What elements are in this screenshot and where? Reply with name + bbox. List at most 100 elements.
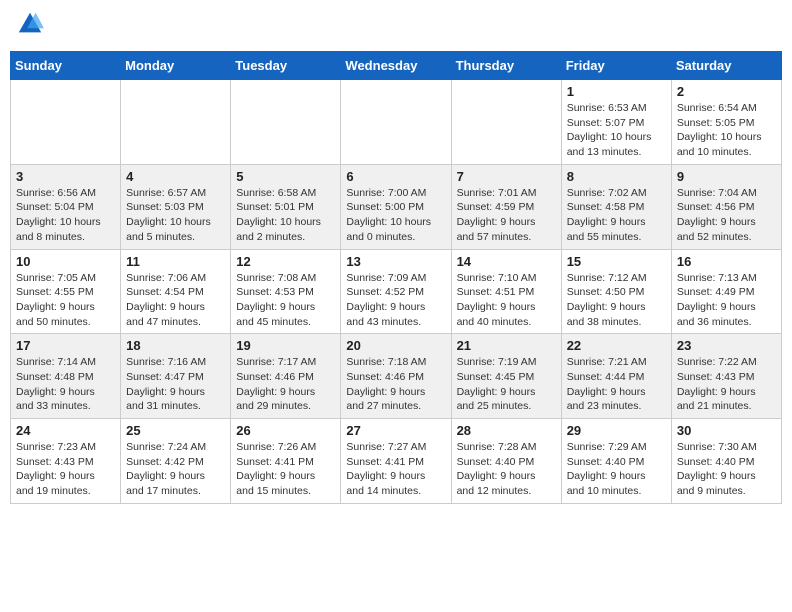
calendar-cell: 20 Sunrise: 7:18 AM Sunset: 4:46 PM Dayli… [341, 334, 451, 419]
calendar-cell: 15 Sunrise: 7:12 AM Sunset: 4:50 PM Dayli… [561, 249, 671, 334]
calendar-cell: 27 Sunrise: 7:27 AM Sunset: 4:41 PM Dayli… [341, 419, 451, 504]
calendar-cell: 30 Sunrise: 7:30 AM Sunset: 4:40 PM Dayli… [671, 419, 781, 504]
logo-icon [16, 10, 44, 38]
day-number: 16 [677, 254, 776, 269]
day-info: Sunrise: 7:02 AM Sunset: 4:58 PM Dayligh… [567, 186, 666, 245]
calendar-week-row: 24 Sunrise: 7:23 AM Sunset: 4:43 PM Dayli… [11, 419, 782, 504]
calendar-cell [121, 80, 231, 165]
logo [14, 10, 44, 43]
day-number: 25 [126, 423, 225, 438]
calendar-cell: 1 Sunrise: 6:53 AM Sunset: 5:07 PM Daylig… [561, 80, 671, 165]
calendar-cell: 24 Sunrise: 7:23 AM Sunset: 4:43 PM Dayli… [11, 419, 121, 504]
day-number: 5 [236, 169, 335, 184]
day-info: Sunrise: 7:13 AM Sunset: 4:49 PM Dayligh… [677, 271, 776, 330]
calendar-cell: 2 Sunrise: 6:54 AM Sunset: 5:05 PM Daylig… [671, 80, 781, 165]
calendar-cell: 22 Sunrise: 7:21 AM Sunset: 4:44 PM Dayli… [561, 334, 671, 419]
day-header-wednesday: Wednesday [341, 52, 451, 80]
day-number: 24 [16, 423, 115, 438]
day-header-monday: Monday [121, 52, 231, 80]
day-number: 20 [346, 338, 445, 353]
day-number: 21 [457, 338, 556, 353]
day-number: 2 [677, 84, 776, 99]
day-header-thursday: Thursday [451, 52, 561, 80]
day-number: 7 [457, 169, 556, 184]
day-header-tuesday: Tuesday [231, 52, 341, 80]
calendar-cell [451, 80, 561, 165]
day-info: Sunrise: 7:26 AM Sunset: 4:41 PM Dayligh… [236, 440, 335, 499]
calendar-cell: 25 Sunrise: 7:24 AM Sunset: 4:42 PM Dayli… [121, 419, 231, 504]
day-info: Sunrise: 7:05 AM Sunset: 4:55 PM Dayligh… [16, 271, 115, 330]
day-number: 14 [457, 254, 556, 269]
calendar-cell: 10Sunrise: 7:05 AM Sunset: 4:55 PM Dayli… [11, 249, 121, 334]
day-number: 30 [677, 423, 776, 438]
calendar-cell [11, 80, 121, 165]
calendar-week-row: 1 Sunrise: 6:53 AM Sunset: 5:07 PM Daylig… [11, 80, 782, 165]
calendar-cell: 18 Sunrise: 7:16 AM Sunset: 4:47 PM Dayli… [121, 334, 231, 419]
day-info: Sunrise: 6:53 AM Sunset: 5:07 PM Dayligh… [567, 101, 666, 160]
day-number: 18 [126, 338, 225, 353]
day-info: Sunrise: 6:54 AM Sunset: 5:05 PM Dayligh… [677, 101, 776, 160]
day-number: 29 [567, 423, 666, 438]
calendar-cell: 23 Sunrise: 7:22 AM Sunset: 4:43 PM Dayli… [671, 334, 781, 419]
day-info: Sunrise: 7:16 AM Sunset: 4:47 PM Dayligh… [126, 355, 225, 414]
calendar-cell: 16 Sunrise: 7:13 AM Sunset: 4:49 PM Dayli… [671, 249, 781, 334]
calendar-cell: 7 Sunrise: 7:01 AM Sunset: 4:59 PM Daylig… [451, 164, 561, 249]
day-info: Sunrise: 7:18 AM Sunset: 4:46 PM Dayligh… [346, 355, 445, 414]
day-number: 23 [677, 338, 776, 353]
calendar-header-row: SundayMondayTuesdayWednesdayThursdayFrid… [11, 52, 782, 80]
day-info: Sunrise: 7:23 AM Sunset: 4:43 PM Dayligh… [16, 440, 115, 499]
day-number: 26 [236, 423, 335, 438]
calendar-week-row: 10Sunrise: 7:05 AM Sunset: 4:55 PM Dayli… [11, 249, 782, 334]
day-number: 11 [126, 254, 225, 269]
calendar-cell: 4 Sunrise: 6:57 AM Sunset: 5:03 PM Daylig… [121, 164, 231, 249]
day-header-saturday: Saturday [671, 52, 781, 80]
day-number: 4 [126, 169, 225, 184]
day-info: Sunrise: 7:30 AM Sunset: 4:40 PM Dayligh… [677, 440, 776, 499]
calendar-cell: 3 Sunrise: 6:56 AM Sunset: 5:04 PM Daylig… [11, 164, 121, 249]
calendar-cell: 13 Sunrise: 7:09 AM Sunset: 4:52 PM Dayli… [341, 249, 451, 334]
day-info: Sunrise: 6:56 AM Sunset: 5:04 PM Dayligh… [16, 186, 115, 245]
day-number: 22 [567, 338, 666, 353]
day-header-sunday: Sunday [11, 52, 121, 80]
day-info: Sunrise: 7:01 AM Sunset: 4:59 PM Dayligh… [457, 186, 556, 245]
header [10, 10, 782, 43]
day-number: 3 [16, 169, 115, 184]
day-info: Sunrise: 7:17 AM Sunset: 4:46 PM Dayligh… [236, 355, 335, 414]
day-info: Sunrise: 7:14 AM Sunset: 4:48 PM Dayligh… [16, 355, 115, 414]
day-info: Sunrise: 7:24 AM Sunset: 4:42 PM Dayligh… [126, 440, 225, 499]
calendar-cell: 11 Sunrise: 7:06 AM Sunset: 4:54 PM Dayli… [121, 249, 231, 334]
day-info: Sunrise: 6:58 AM Sunset: 5:01 PM Dayligh… [236, 186, 335, 245]
day-info: Sunrise: 7:22 AM Sunset: 4:43 PM Dayligh… [677, 355, 776, 414]
calendar-table: SundayMondayTuesdayWednesdayThursdayFrid… [10, 51, 782, 504]
day-info: Sunrise: 7:27 AM Sunset: 4:41 PM Dayligh… [346, 440, 445, 499]
calendar-cell: 5 Sunrise: 6:58 AM Sunset: 5:01 PM Daylig… [231, 164, 341, 249]
day-info: Sunrise: 6:57 AM Sunset: 5:03 PM Dayligh… [126, 186, 225, 245]
day-info: Sunrise: 7:04 AM Sunset: 4:56 PM Dayligh… [677, 186, 776, 245]
day-header-friday: Friday [561, 52, 671, 80]
day-info: Sunrise: 7:06 AM Sunset: 4:54 PM Dayligh… [126, 271, 225, 330]
calendar-cell: 6Sunrise: 7:00 AM Sunset: 5:00 PM Daylig… [341, 164, 451, 249]
day-info: Sunrise: 7:21 AM Sunset: 4:44 PM Dayligh… [567, 355, 666, 414]
day-number: 15 [567, 254, 666, 269]
day-info: Sunrise: 7:29 AM Sunset: 4:40 PM Dayligh… [567, 440, 666, 499]
calendar-cell [231, 80, 341, 165]
calendar-week-row: 17Sunrise: 7:14 AM Sunset: 4:48 PM Dayli… [11, 334, 782, 419]
calendar-cell: 21 Sunrise: 7:19 AM Sunset: 4:45 PM Dayli… [451, 334, 561, 419]
calendar-week-row: 3 Sunrise: 6:56 AM Sunset: 5:04 PM Daylig… [11, 164, 782, 249]
calendar-cell: 14Sunrise: 7:10 AM Sunset: 4:51 PM Dayli… [451, 249, 561, 334]
day-number: 9 [677, 169, 776, 184]
day-info: Sunrise: 7:09 AM Sunset: 4:52 PM Dayligh… [346, 271, 445, 330]
calendar-cell: 29 Sunrise: 7:29 AM Sunset: 4:40 PM Dayli… [561, 419, 671, 504]
day-number: 1 [567, 84, 666, 99]
day-number: 13 [346, 254, 445, 269]
calendar-cell: 26 Sunrise: 7:26 AM Sunset: 4:41 PM Dayli… [231, 419, 341, 504]
day-number: 27 [346, 423, 445, 438]
day-info: Sunrise: 7:00 AM Sunset: 5:00 PM Dayligh… [346, 186, 445, 245]
day-info: Sunrise: 7:28 AM Sunset: 4:40 PM Dayligh… [457, 440, 556, 499]
day-info: Sunrise: 7:19 AM Sunset: 4:45 PM Dayligh… [457, 355, 556, 414]
day-info: Sunrise: 7:12 AM Sunset: 4:50 PM Dayligh… [567, 271, 666, 330]
calendar-cell: 9 Sunrise: 7:04 AM Sunset: 4:56 PM Daylig… [671, 164, 781, 249]
day-number: 28 [457, 423, 556, 438]
calendar-cell: 12Sunrise: 7:08 AM Sunset: 4:53 PM Dayli… [231, 249, 341, 334]
day-number: 8 [567, 169, 666, 184]
